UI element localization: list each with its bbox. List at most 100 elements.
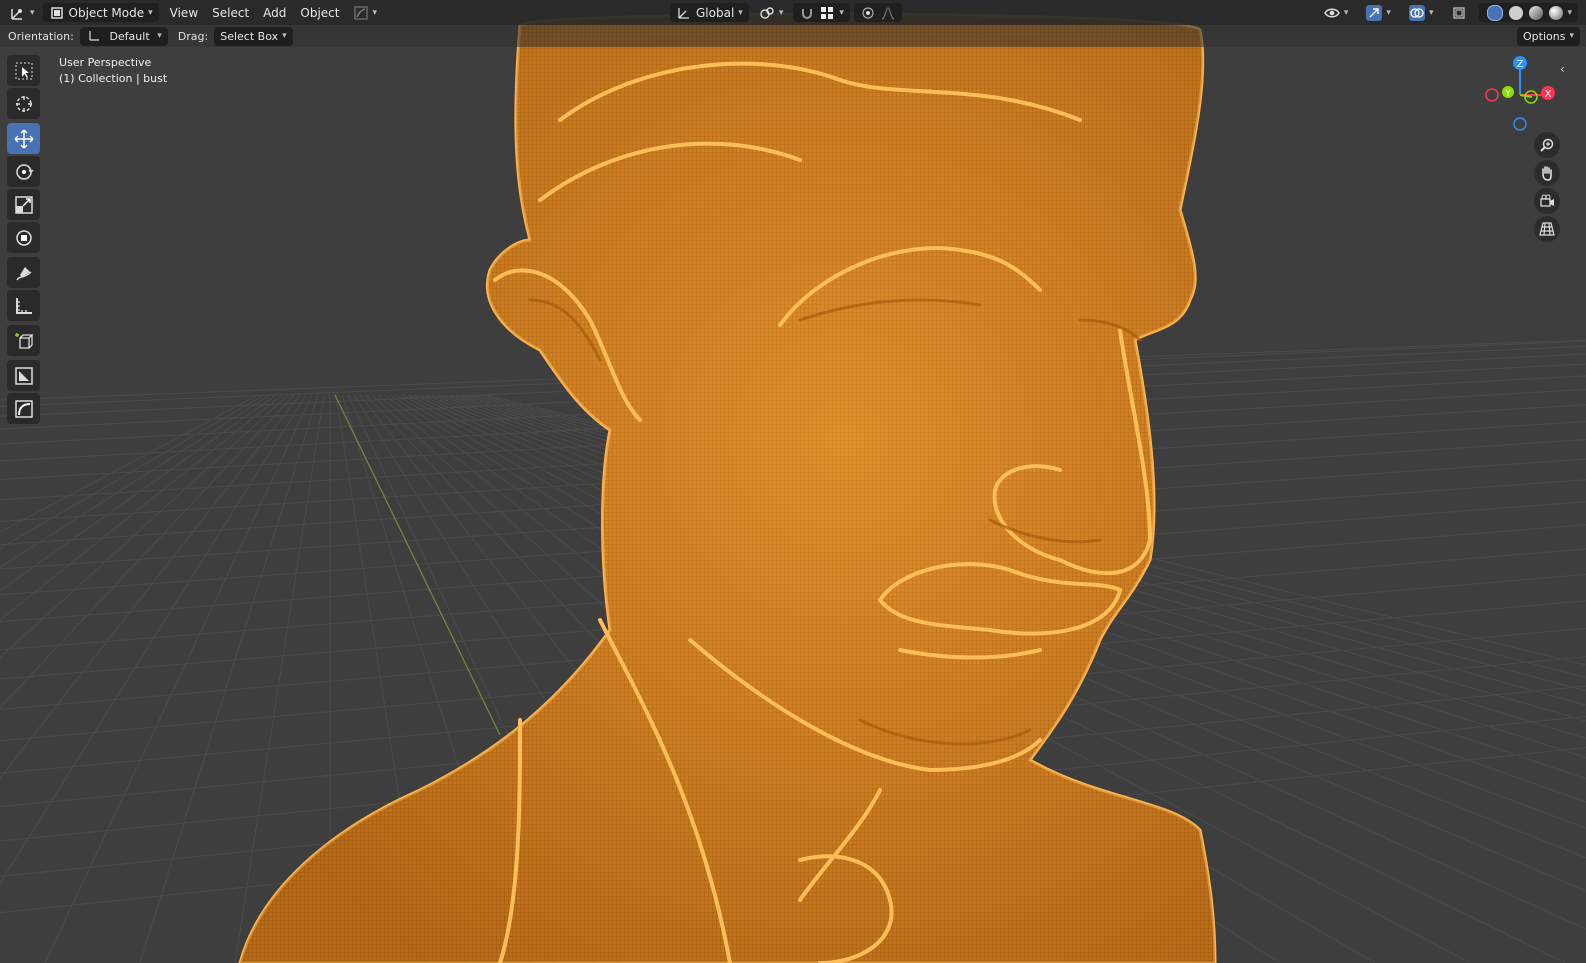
chevron-down-icon: ▾ xyxy=(148,7,153,18)
visibility-button[interactable]: ▾ xyxy=(1318,3,1355,22)
mode-selector[interactable]: Object Mode ▾ xyxy=(42,3,159,22)
transform-icon xyxy=(15,229,32,246)
drag-value: Select Box xyxy=(220,29,279,43)
editor-type-button[interactable]: ▾ xyxy=(4,3,41,22)
eye-icon xyxy=(1324,5,1340,21)
proportional-edit-button[interactable] xyxy=(853,3,902,22)
material-shading-icon[interactable] xyxy=(1529,5,1544,20)
camera-icon xyxy=(1540,194,1554,207)
annotate-tool[interactable] xyxy=(7,257,40,288)
curve-stroke-icon xyxy=(353,5,369,21)
chevron-down-icon: ▾ xyxy=(1567,7,1572,18)
tool-settings-bar: Orientation: Default ▾ Drag: Select Box … xyxy=(0,25,1586,47)
axes-icon xyxy=(676,5,692,21)
menu-select[interactable]: Select xyxy=(205,3,256,22)
gpencil-button[interactable]: ▾ xyxy=(347,3,384,22)
xray-toggle-button[interactable] xyxy=(1445,3,1473,22)
orientation-selector[interactable]: Default ▾ xyxy=(79,26,168,46)
menu-view[interactable]: View xyxy=(163,3,205,22)
chevron-down-icon: ▾ xyxy=(1569,31,1574,41)
gizmo-neg-z[interactable] xyxy=(1513,117,1527,131)
move-tool[interactable] xyxy=(7,123,40,154)
axes-icon xyxy=(86,28,102,44)
snap-button[interactable]: ▾ xyxy=(793,3,850,22)
shrink-icon xyxy=(14,366,33,385)
3d-viewport[interactable]: ▾ Object Mode ▾ View Select Add Object ▾… xyxy=(0,0,1586,963)
gizmo-toggle-button[interactable]: ▾ xyxy=(1360,3,1397,22)
orientation-global-label: Global xyxy=(696,5,735,20)
move-arrows-icon xyxy=(13,128,34,149)
falloff-curve-icon xyxy=(880,5,896,21)
gizmo-x-label: X xyxy=(1545,89,1552,100)
solid-shading-icon[interactable] xyxy=(1509,5,1524,20)
camera-view-button[interactable] xyxy=(1534,188,1560,214)
gizmo-arrow-icon xyxy=(1366,4,1383,21)
cursor-icon xyxy=(15,95,32,112)
menu-object[interactable]: Object xyxy=(293,3,346,22)
chevron-down-icon: ▾ xyxy=(778,7,784,18)
viewport-info: User Perspective (1) Collection | bust xyxy=(59,55,167,87)
gizmo-neg-x[interactable] xyxy=(1485,88,1499,102)
cursor-tool[interactable] xyxy=(7,88,40,119)
chevron-down-icon: ▾ xyxy=(1386,7,1391,18)
scale-tool[interactable] xyxy=(7,189,40,220)
options-button[interactable]: Options ▾ xyxy=(1517,26,1580,46)
rotate-tool[interactable] xyxy=(7,156,40,187)
drag-selector[interactable]: Select Box ▾ xyxy=(214,26,293,46)
ruler-icon xyxy=(15,297,32,314)
bend-curve-icon xyxy=(14,399,33,418)
chevron-down-icon: ▾ xyxy=(1343,7,1349,18)
gizmo-z-label: Z xyxy=(1517,59,1524,70)
camera-axes-icon xyxy=(10,5,26,21)
chevron-down-icon: ▾ xyxy=(157,31,162,41)
orientation-label: Orientation: xyxy=(8,29,74,43)
chevron-down-icon: ▾ xyxy=(1428,7,1434,18)
pan-hand-icon xyxy=(1542,166,1552,181)
gizmo-y-label: Y xyxy=(1504,89,1511,99)
add-cube-icon xyxy=(14,332,34,349)
chevron-down-icon: ▾ xyxy=(372,7,378,18)
select-box-tool[interactable] xyxy=(7,55,40,86)
pencil-annotate-icon xyxy=(15,266,32,280)
mode-label: Object Mode xyxy=(68,5,145,20)
shading-mode-group[interactable]: ▾ xyxy=(1479,3,1578,22)
options-label: Options xyxy=(1523,29,1566,43)
ortho-toggle-button[interactable] xyxy=(1534,216,1560,242)
rotate-icon xyxy=(15,163,34,180)
chevron-down-icon: ▾ xyxy=(738,7,743,18)
zoom-icon xyxy=(1540,138,1554,152)
collection-info: (1) Collection | bust xyxy=(59,72,168,85)
zoom-button[interactable] xyxy=(1534,132,1560,158)
pan-button[interactable] xyxy=(1534,160,1560,186)
menu-add[interactable]: Add xyxy=(256,3,293,22)
pivot-link-icon xyxy=(759,5,775,21)
grid-ortho-icon xyxy=(1539,222,1555,236)
chevron-down-icon: ▾ xyxy=(282,31,287,41)
transform-tool[interactable] xyxy=(7,222,40,253)
drag-label: Drag: xyxy=(177,29,209,43)
rendered-shading-icon[interactable] xyxy=(1549,5,1564,20)
chevron-down-icon: ▾ xyxy=(30,7,35,18)
curve-tool[interactable] xyxy=(7,393,40,424)
add-cube-tool[interactable] xyxy=(7,325,40,356)
overlay-circles-icon xyxy=(1408,4,1425,21)
measure-tool[interactable] xyxy=(7,290,40,321)
transform-orientation-selector[interactable]: Global ▾ xyxy=(670,3,749,22)
magnet-icon xyxy=(799,5,815,21)
chevron-down-icon: ▾ xyxy=(839,7,844,18)
snap-grid-icon xyxy=(819,5,835,21)
xray-icon xyxy=(1451,5,1467,21)
select-box-icon xyxy=(15,62,32,79)
viewport-header: ▾ Object Mode ▾ View Select Add Object ▾… xyxy=(0,0,1586,25)
bust-mesh[interactable] xyxy=(0,0,1586,963)
navigation-gizmo[interactable]: Z X Y xyxy=(1480,53,1560,133)
pivot-point-button[interactable]: ▾ xyxy=(753,3,790,22)
collapse-sidebar-icon[interactable]: ‹ xyxy=(1560,62,1565,76)
toolbar xyxy=(7,55,44,426)
scale-icon xyxy=(14,195,33,214)
overlays-button[interactable]: ▾ xyxy=(1403,3,1440,22)
shrink-flatten-tool[interactable] xyxy=(7,360,40,391)
view-name: User Perspective xyxy=(59,56,152,69)
wireframe-shading-icon[interactable] xyxy=(1487,4,1504,21)
orientation-value: Default xyxy=(109,29,150,43)
